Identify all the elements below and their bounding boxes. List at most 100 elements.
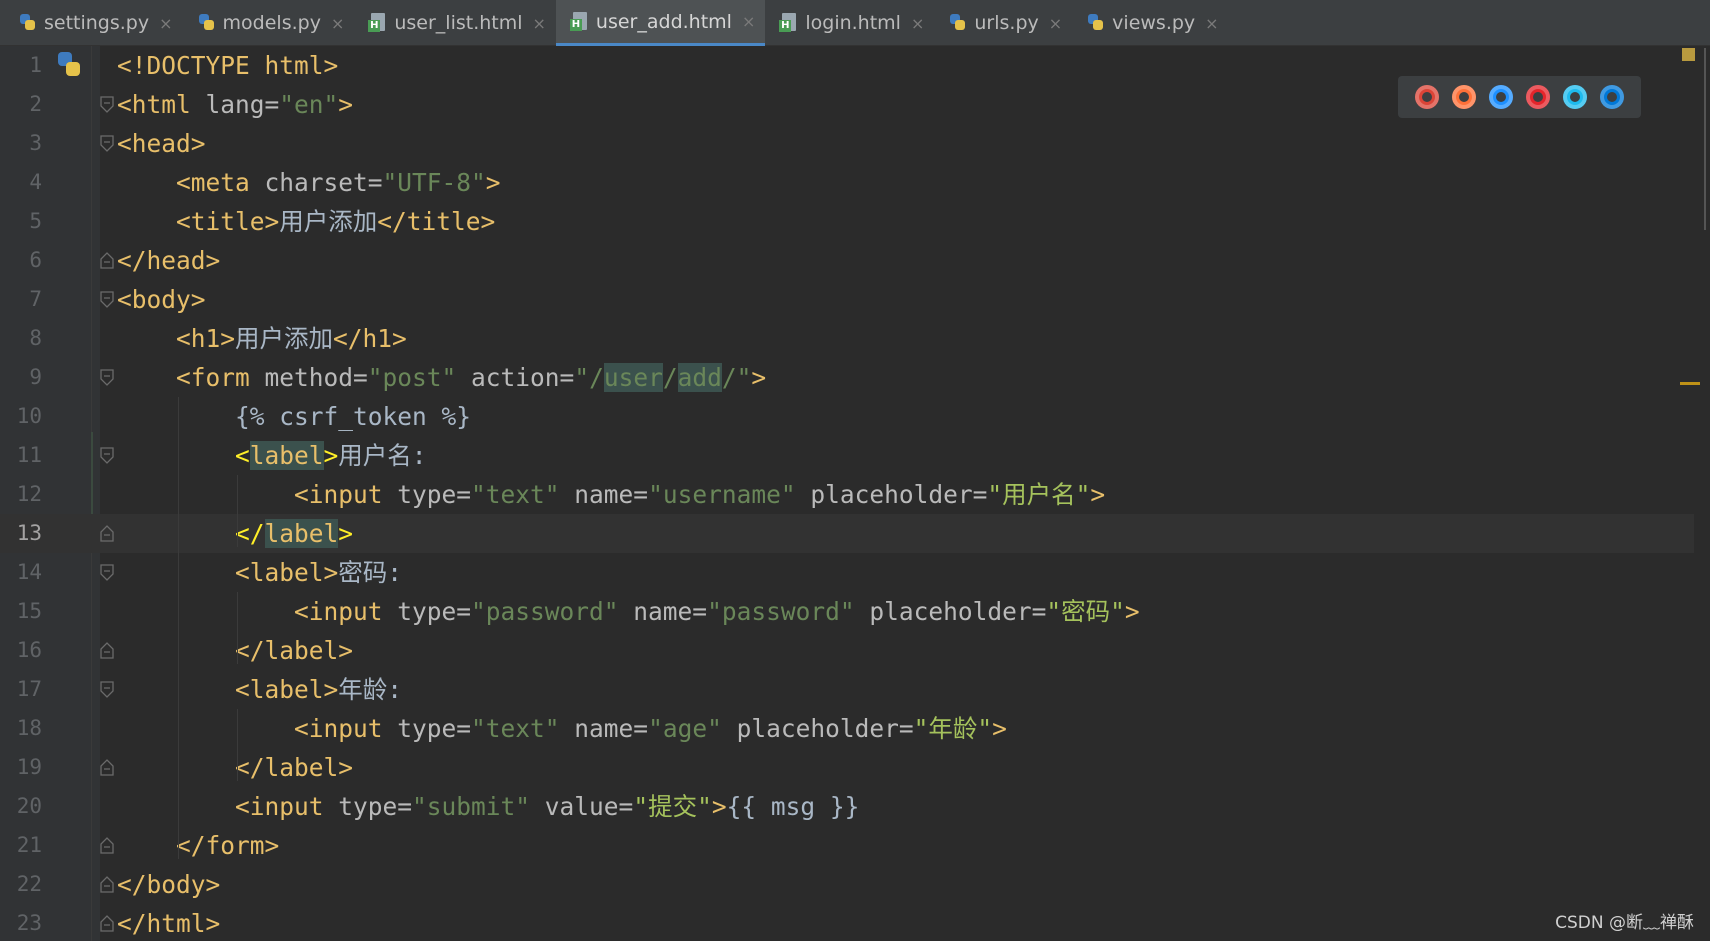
code-line[interactable]: 20 <input type="submit" value="提交">{{ msg…: [0, 787, 1710, 826]
token-str: "UTF-8": [382, 168, 486, 197]
line-number: 22: [16, 872, 42, 896]
tab-views-py[interactable]: views.py ×: [1072, 0, 1228, 46]
token-tag: <label>: [235, 675, 339, 704]
code-line[interactable]: 15 <input type="password" name="password"…: [0, 592, 1710, 631]
token-tag: </label>: [235, 636, 354, 665]
scrollbar-warning-marker[interactable]: [1680, 382, 1700, 385]
close-icon[interactable]: ×: [742, 12, 755, 31]
tab-urls-py[interactable]: urls.py ×: [934, 0, 1072, 46]
code-text: <head>: [117, 124, 206, 163]
scrollbar-thumb[interactable]: [1704, 48, 1706, 230]
code-line[interactable]: 8 <h1>用户添加</h1>: [0, 319, 1710, 358]
code-line[interactable]: 12 <input type="text" name="username" pla…: [0, 475, 1710, 514]
code-line[interactable]: 11 <label>用户名:: [0, 436, 1710, 475]
editor-tab-bar: settings.py × models.py × Huser_list.html × Hu…: [0, 0, 1710, 46]
token-taghl: label: [264, 519, 339, 548]
tab-login-html[interactable]: Hlogin.html ×: [765, 0, 934, 46]
line-number: 6: [29, 248, 42, 272]
tab-user-list-html[interactable]: Huser_list.html ×: [354, 0, 556, 46]
code-line[interactable]: 13 </label>: [0, 514, 1710, 553]
line-number: 15: [16, 599, 42, 623]
code-line[interactable]: 19 </label>: [0, 748, 1710, 787]
tab-user-add-html[interactable]: Huser_add.html ×: [555, 0, 766, 46]
line-number: 14: [16, 560, 42, 584]
indent-guide: [237, 709, 238, 781]
code-text: <label>用户名:: [235, 436, 427, 475]
code-line[interactable]: 14 <label>密码:: [0, 553, 1710, 592]
code-text: <form method="post" action="/user/add/">: [176, 358, 766, 397]
code-line[interactable]: 4 <meta charset="UTF-8">: [0, 163, 1710, 202]
token-str: "text": [471, 480, 575, 509]
code-line[interactable]: 22 </body>: [0, 865, 1710, 904]
token-tag: </body>: [117, 870, 221, 899]
code-line[interactable]: 9 <form method="post" action="/user/add/"…: [0, 358, 1710, 397]
fold-close-icon[interactable]: [100, 759, 114, 776]
fold-open-icon[interactable]: [100, 681, 114, 698]
token-str: "password": [707, 597, 870, 626]
fold-close-icon[interactable]: [100, 252, 114, 269]
token-strhl: add: [677, 363, 722, 392]
tab-models-py[interactable]: models.py ×: [183, 0, 355, 46]
inspection-status-icon[interactable]: [1682, 48, 1695, 61]
close-icon[interactable]: ×: [533, 14, 546, 33]
token-attr: type=: [397, 480, 472, 509]
line-number: 18: [16, 716, 42, 740]
tab-settings-py[interactable]: settings.py ×: [4, 0, 183, 46]
fold-open-icon[interactable]: [100, 135, 114, 152]
token-attr: action=: [471, 363, 575, 392]
indent-guide: [178, 397, 179, 859]
token-attr: placeholder=: [736, 714, 914, 743]
code-line[interactable]: 17 <label>年龄:: [0, 670, 1710, 709]
fold-open-icon[interactable]: [100, 369, 114, 386]
code-text: <input type="submit" value="提交">{{ msg }…: [235, 787, 859, 826]
fold-close-icon[interactable]: [100, 876, 114, 893]
line-number: 12: [16, 482, 42, 506]
fold-open-icon[interactable]: [100, 564, 114, 581]
fold-close-icon[interactable]: [100, 525, 114, 542]
fold-close-icon[interactable]: [100, 642, 114, 659]
code-line[interactable]: 21 </form>: [0, 826, 1710, 865]
editor-scrollbar[interactable]: [1694, 46, 1710, 941]
code-line[interactable]: 6 </head>: [0, 241, 1710, 280]
close-icon[interactable]: ×: [911, 14, 924, 33]
code-text: </label>: [235, 748, 353, 787]
close-icon[interactable]: ×: [331, 14, 344, 33]
edge-icon[interactable]: [1600, 85, 1625, 109]
html-file-icon: H: [368, 12, 388, 34]
line-number: 20: [16, 794, 42, 818]
tab-label: user_list.html: [394, 12, 523, 34]
code-line[interactable]: 5 <title>用户添加</title>: [0, 202, 1710, 241]
chrome-icon[interactable]: [1414, 85, 1439, 109]
close-icon[interactable]: ×: [1205, 14, 1218, 33]
token-tag: >: [1090, 480, 1106, 509]
code-line[interactable]: 23 </html>: [0, 904, 1710, 941]
token-str2: "年龄": [913, 714, 993, 743]
token-str: "en": [279, 90, 339, 119]
fold-close-icon[interactable]: [100, 837, 114, 854]
internet-explorer-icon[interactable]: [1563, 85, 1588, 109]
line-number: 9: [29, 365, 42, 389]
token-str: "age": [648, 714, 737, 743]
firefox-icon[interactable]: [1451, 85, 1476, 109]
token-tagm: >: [338, 519, 354, 548]
code-line[interactable]: 3 <head>: [0, 124, 1710, 163]
token-txt: {{ msg }}: [726, 792, 860, 821]
code-line[interactable]: 7 <body>: [0, 280, 1710, 319]
code-line[interactable]: 16 </label>: [0, 631, 1710, 670]
token-attr: name=: [574, 714, 649, 743]
line-number: 8: [29, 326, 42, 350]
token-tag: <h1>: [176, 324, 236, 353]
close-icon[interactable]: ×: [159, 14, 172, 33]
safari-icon[interactable]: [1488, 85, 1513, 109]
close-icon[interactable]: ×: [1049, 14, 1062, 33]
code-line[interactable]: 18 <input type="text" name="age" placehol…: [0, 709, 1710, 748]
fold-open-icon[interactable]: [100, 447, 114, 464]
fold-close-icon[interactable]: [100, 915, 114, 932]
fold-open-icon[interactable]: [100, 96, 114, 113]
fold-open-icon[interactable]: [100, 291, 114, 308]
code-line[interactable]: 10 {% csrf_token %}: [0, 397, 1710, 436]
browser-preview-bar: [1398, 76, 1641, 118]
token-tag: <input: [294, 480, 398, 509]
opera-icon[interactable]: [1526, 85, 1551, 109]
line-number: 4: [29, 170, 42, 194]
